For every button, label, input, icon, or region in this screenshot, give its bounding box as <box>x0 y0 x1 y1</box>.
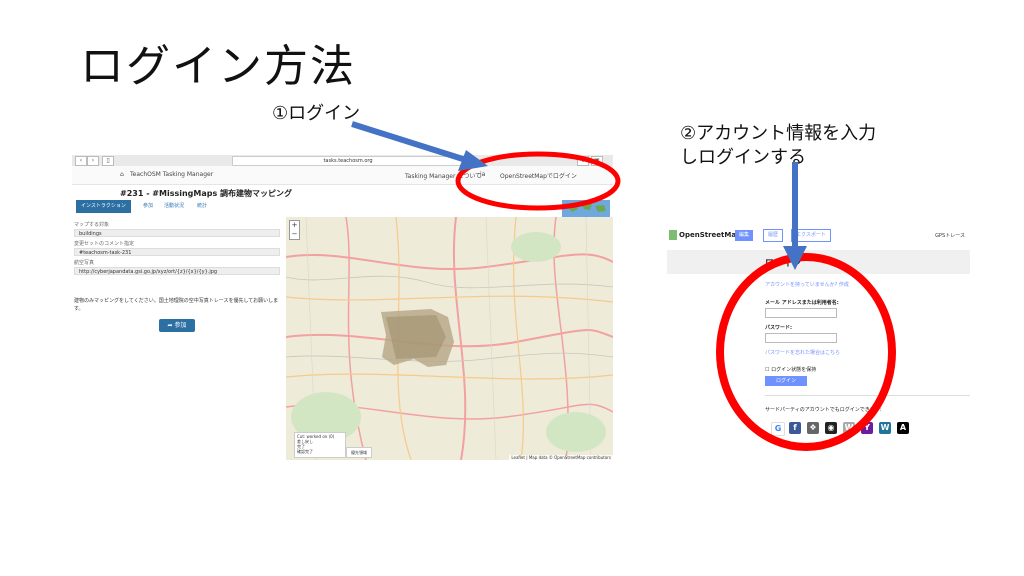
arrow-step1 <box>351 121 467 163</box>
annotation-overlay <box>351 121 896 451</box>
highlight-ring-form <box>716 253 896 451</box>
